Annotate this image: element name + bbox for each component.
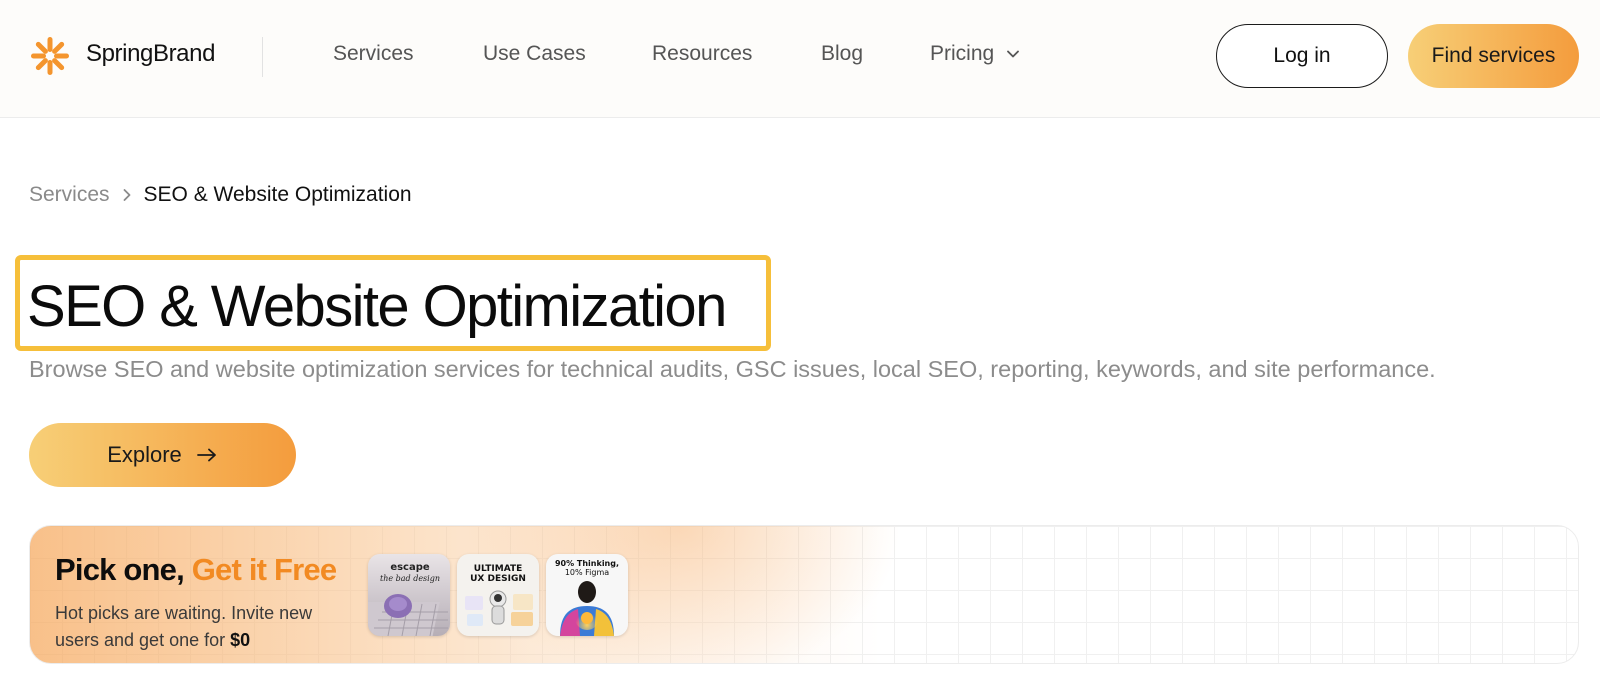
- nav-item-services[interactable]: Services: [333, 42, 414, 66]
- promo-price: $0: [230, 630, 251, 650]
- thumbnail-image: escape the bad design: [368, 554, 450, 636]
- nav-item-blog[interactable]: Blog: [821, 42, 863, 66]
- thumbnail-image: ULTIMATE UX DESIGN: [457, 554, 539, 636]
- promo-text: Hot picks are waiting. Invite new users …: [55, 603, 313, 650]
- nav-item-label: Blog: [821, 42, 864, 65]
- login-button[interactable]: Log in: [1216, 24, 1388, 88]
- promo-thumbnail[interactable]: escape the bad design: [368, 554, 450, 636]
- brand-name[interactable]: SpringBrand: [86, 40, 215, 68]
- promo-thumbnail[interactable]: 90% Thinking, 10% Figma: [546, 554, 628, 636]
- page-subtitle: Browse SEO and website optimization serv…: [29, 356, 1436, 382]
- header-divider: [262, 37, 263, 77]
- breadcrumb-current: SEO & Website Optimization: [143, 183, 412, 206]
- nav-item-use-cases[interactable]: Use Cases: [483, 42, 586, 66]
- nav-item-label: Resources: [652, 42, 753, 65]
- nav-item-pricing[interactable]: Pricing: [930, 42, 1020, 66]
- explore-button[interactable]: Explore: [29, 423, 296, 487]
- top-navigation-bar: SpringBrand Services Use Cases Resources…: [0, 0, 1600, 118]
- arrow-right-icon: [196, 448, 216, 462]
- spring-burst-icon[interactable]: [30, 36, 70, 76]
- find-services-button[interactable]: Find services: [1408, 24, 1579, 88]
- thumbnail-image: 90% Thinking, 10% Figma: [546, 554, 628, 636]
- promo-description: Hot picks are waiting. Invite new users …: [55, 600, 325, 654]
- nav-item-label: Pricing: [930, 42, 995, 65]
- promo-title-accent: Get it Free: [191, 552, 337, 587]
- thumbnail-line1: 90% Thinking,: [555, 559, 619, 568]
- chevron-right-icon: [123, 189, 130, 202]
- thumbnail-line1: escape: [390, 562, 430, 573]
- promo-thumbnail[interactable]: ULTIMATE UX DESIGN: [457, 554, 539, 636]
- promo-title: Pick one, Get it Free: [55, 552, 337, 588]
- promo-banner[interactable]: Pick one, Get it Free Hot picks are wait…: [29, 525, 1579, 664]
- nav-item-label: Services: [333, 42, 414, 65]
- thumbnail-line1: ULTIMATE: [474, 564, 523, 574]
- nav-item-resources[interactable]: Resources: [652, 42, 752, 66]
- explore-button-label: Explore: [107, 442, 182, 467]
- thumbnail-line2: 10% Figma: [565, 568, 609, 577]
- breadcrumb: Services SEO & Website Optimization: [29, 183, 412, 213]
- page-title: SEO & Website Optimization: [27, 274, 727, 339]
- breadcrumb-link-services[interactable]: Services: [29, 183, 110, 206]
- thumbnail-line2: the bad design: [380, 574, 440, 583]
- chevron-down-icon: [1007, 51, 1020, 58]
- promo-title-start: Pick one,: [55, 552, 192, 587]
- nav-item-label: Use Cases: [483, 42, 586, 65]
- thumbnail-line2: UX DESIGN: [470, 574, 526, 584]
